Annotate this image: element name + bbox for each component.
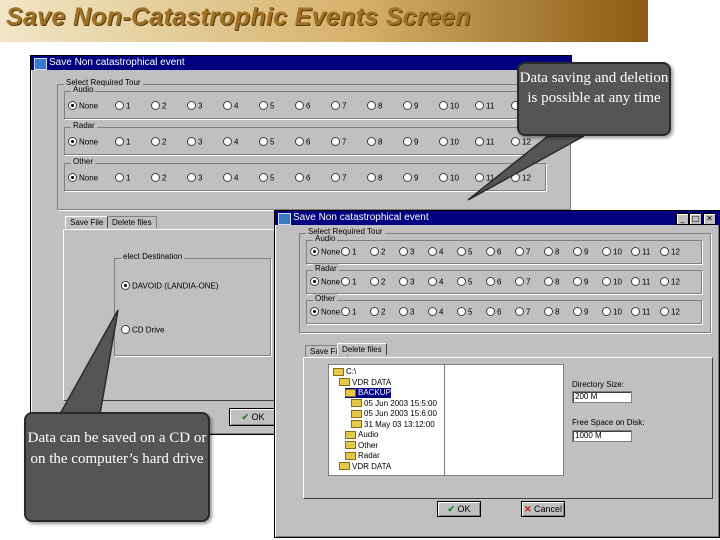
callout-saving-deletion: Data saving and deletion is possible at … bbox=[517, 62, 671, 136]
front-tab-delete-files[interactable]: Delete files bbox=[337, 343, 387, 355]
back-tab-save-file[interactable]: Save File bbox=[65, 216, 109, 228]
bottom-callout-pointer bbox=[58, 309, 119, 415]
callout-cd-hard-drive: Data can be saved on a CD or on the comp… bbox=[24, 412, 210, 522]
top-callout-pointer bbox=[467, 135, 585, 201]
